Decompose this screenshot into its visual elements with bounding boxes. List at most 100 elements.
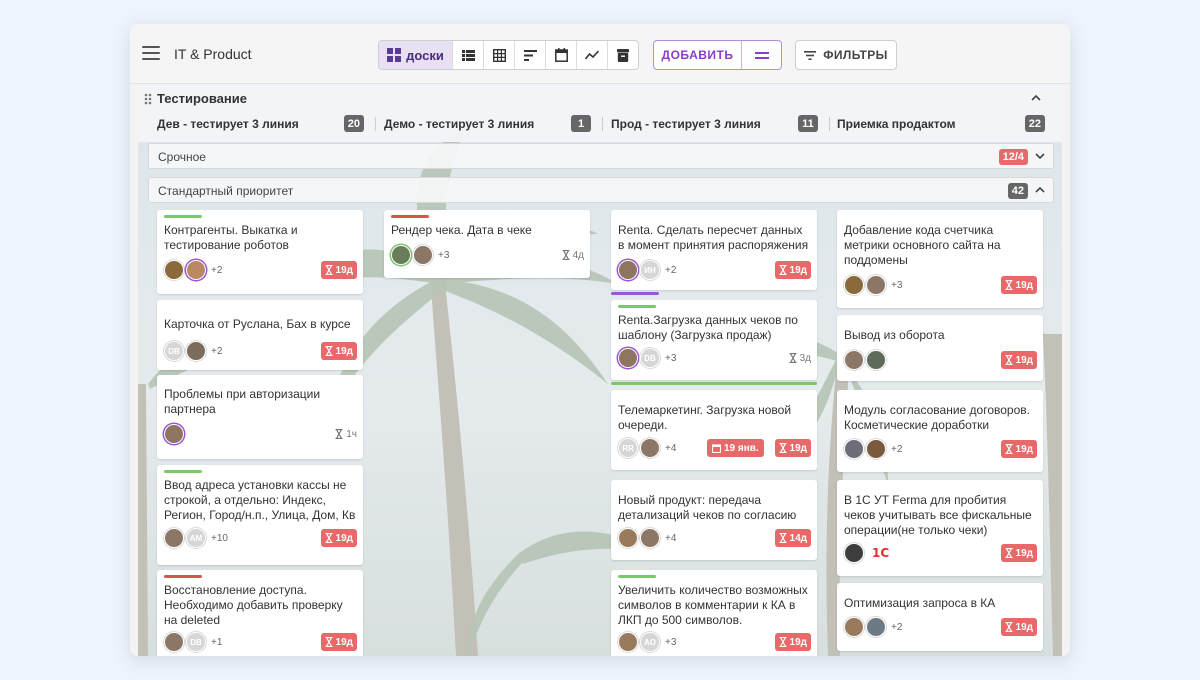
avatar: ИН [640,260,660,280]
view-chart-button[interactable] [576,41,607,69]
task-card[interactable]: Карточка от Руслана, Бах в курсе DB +2 1… [157,300,363,370]
task-card[interactable]: В 1С УТ Ferma для пробития чеков учитыва… [837,480,1043,576]
label-bar [164,215,202,218]
view-switcher: доски [378,40,639,70]
view-archive-button[interactable] [607,41,638,69]
more-members: +4 [665,532,677,544]
avatar [186,260,206,280]
card-members: +4 [618,528,676,548]
avatar [844,275,864,295]
card-title: Ввод адреса установки кассы не строкой, … [164,478,356,522]
card-title: Телемаркетинг. Загрузка новой очереди. [618,403,792,432]
due-text: 14д [789,532,807,544]
avatar [866,439,886,459]
card-title: Карточка от Руслана, Бах в курсе [164,317,351,331]
label-bar [618,305,656,308]
avatar [164,632,184,652]
avatar [391,245,411,265]
task-card[interactable]: Renta.Загрузка данных чеков по шаблону (… [611,300,817,385]
view-gantt-button[interactable] [514,41,545,69]
chevron-up-icon[interactable] [1030,92,1042,104]
avatar: RR [618,438,638,458]
avatar [164,424,184,444]
view-list-button[interactable] [452,41,483,69]
hourglass-icon [789,353,797,363]
card-title: Модуль согласование договоров. Косметиче… [844,403,1030,432]
add-options-button[interactable] [741,41,781,69]
add-button-group: ДОБАВИТЬ [653,40,782,70]
due-text: 1ч [346,428,357,440]
card-title: Новый продукт: передача детализаций чеко… [618,493,797,522]
task-card[interactable]: Восстановление доступа. Необходимо добав… [157,570,363,656]
filters-button[interactable]: ФИЛЬТРЫ [795,40,897,70]
column-name: Приемка продактом [837,117,956,131]
task-card[interactable]: Renta. Сделать пересчет данных в момент … [611,210,817,295]
due-text: 19д [335,636,353,648]
label-bar [391,215,429,218]
group-standard[interactable]: Стандартный приоритет 42 [148,177,1054,203]
task-card[interactable]: Модуль согласование договоров. Косметиче… [837,390,1043,472]
task-card[interactable]: Добавление кода счетчика метрики основно… [837,210,1043,308]
task-card[interactable]: Вывод из оборота 19д [837,315,1043,381]
avatar [640,528,660,548]
app-window: IT & Product доски ДОБАВИТЬ ФИЛЬТРЫ Тест… [130,24,1070,656]
more-members: +10 [211,532,228,544]
progress-line [611,292,659,295]
due-text: 19д [335,264,353,276]
avatar [844,617,864,637]
card-members: 1С [844,543,889,563]
task-card[interactable]: Увеличить количество возможных символов … [611,570,817,656]
equals-menu-icon [754,51,769,59]
group-count-badge: 12/4 [998,149,1028,165]
due-badge: 3д [789,349,811,367]
column-divider [375,117,376,131]
avatar: DB [164,341,184,361]
more-members: +3 [891,279,903,291]
card-title: Renta.Загрузка данных чеков по шаблону (… [618,313,798,342]
avatar [164,260,184,280]
hamburger-menu-icon[interactable] [142,46,160,60]
hourglass-icon [779,265,787,275]
view-boards-button[interactable]: доски [379,41,452,69]
label-bar [164,575,202,578]
card-title: Проблемы при авторизации партнера [164,387,321,416]
due-badge: 19д [1000,351,1037,369]
due-badge: 19д [1000,276,1037,294]
chevron-down-icon[interactable] [1033,149,1047,163]
due-text: 19д [335,345,353,357]
view-table-button[interactable] [483,41,514,69]
due-badge: 19д [320,633,357,651]
task-card[interactable]: Телемаркетинг. Загрузка новой очереди. R… [611,390,817,470]
column-count-badge: 11 [798,115,818,132]
task-card[interactable]: Оптимизация запроса в КА +2 19д [837,583,1043,651]
drag-handle-icon[interactable] [144,93,152,105]
task-card[interactable]: Контрагенты. Выкатка и тестирование робо… [157,210,363,294]
hourglass-icon [1005,548,1013,558]
card-members: +2 [844,439,902,459]
avatar [618,348,638,368]
hourglass-icon [1005,355,1013,365]
view-calendar-button[interactable] [545,41,576,69]
task-card[interactable]: Рендер чека. Дата в чеке +3 4д [384,210,590,278]
calendar-icon [712,443,721,453]
task-card[interactable]: Ввод адреса установки кассы не строкой, … [157,465,363,565]
avatar [618,632,638,652]
avatar [640,438,660,458]
hourglass-icon [325,637,333,647]
more-members: +2 [211,264,223,276]
add-button[interactable]: ДОБАВИТЬ [654,41,741,69]
more-members: +4 [665,442,677,454]
archive-icon [617,48,629,62]
card-members: DB +2 [164,341,222,361]
due-badge: 19д [1000,618,1037,636]
chevron-up-icon[interactable] [1033,183,1047,197]
date-text: 19 янв. [724,442,759,454]
group-urgent[interactable]: Срочное 12/4 [148,143,1054,169]
hourglass-icon [562,250,570,260]
task-card[interactable]: Проблемы при авторизации партнера 1ч [157,375,363,459]
column-header-acceptance: Приемка продактом 22 [837,114,1045,134]
due-text: 19д [789,264,807,276]
task-card[interactable]: Новый продукт: передача детализаций чеко… [611,480,817,560]
due-text: 19д [1015,279,1033,291]
avatar [618,528,638,548]
